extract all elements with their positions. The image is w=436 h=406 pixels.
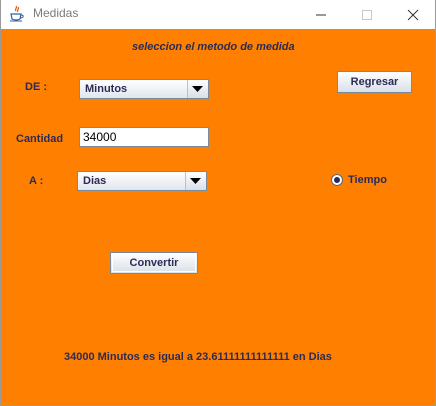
window-title: Medidas — [33, 6, 79, 20]
from-unit-value: Minutos — [85, 83, 128, 95]
minimize-icon — [316, 14, 326, 16]
cantidad-input[interactable] — [79, 127, 209, 147]
regresar-button[interactable]: Regresar — [337, 71, 412, 93]
tiempo-radio[interactable] — [331, 174, 343, 186]
header-label: seleccion el metodo de medida — [132, 41, 295, 53]
app-window: Medidas seleccion el metodo de medida DE… — [0, 0, 436, 406]
java-coffee-cup-icon — [9, 5, 25, 22]
chevron-down-icon — [192, 86, 203, 92]
to-unit-select[interactable]: Dias — [77, 171, 207, 191]
title-bar[interactable]: Medidas — [1, 0, 435, 29]
radio-selected-dot — [334, 177, 340, 183]
chevron-down-icon — [190, 178, 201, 184]
a-label: A : — [29, 175, 44, 187]
maximize-button[interactable] — [344, 0, 390, 29]
close-button[interactable] — [390, 0, 436, 29]
from-unit-select[interactable]: Minutos — [79, 79, 209, 99]
convertir-button[interactable]: Convertir — [110, 252, 198, 274]
close-icon — [407, 9, 419, 21]
result-text: 34000 Minutos es igual a 23.611111111111… — [64, 351, 332, 363]
maximize-icon — [362, 10, 372, 20]
cantidad-label: Cantidad — [16, 133, 64, 145]
from-unit-dropdown-button[interactable] — [188, 80, 208, 98]
tiempo-label[interactable]: Tiempo — [348, 174, 387, 186]
to-unit-value: Dias — [83, 175, 107, 187]
minimize-button[interactable] — [298, 0, 344, 29]
content-panel: seleccion el metodo de medida DE : Minut… — [1, 29, 435, 405]
de-label: DE : — [25, 81, 47, 93]
to-unit-dropdown-button[interactable] — [186, 172, 206, 190]
